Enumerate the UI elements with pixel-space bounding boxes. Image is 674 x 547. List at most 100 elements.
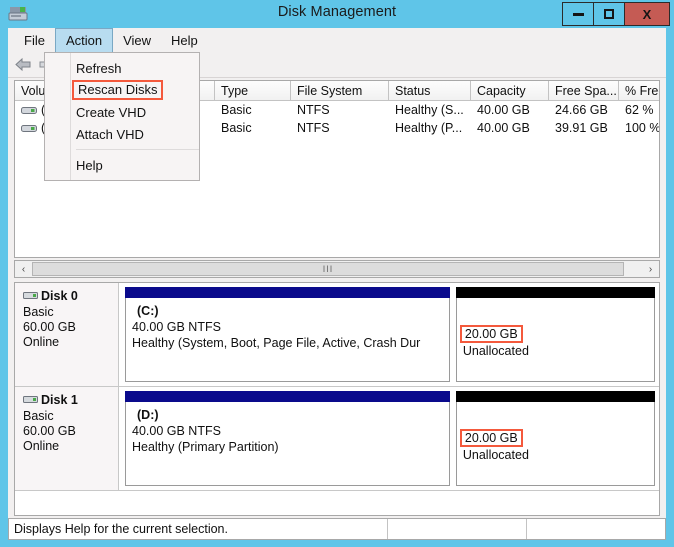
- disk-size: 60.00 GB: [23, 320, 76, 334]
- minimize-icon: [572, 12, 584, 16]
- volume-drive-icon: [21, 106, 37, 114]
- menu-item-label: Refresh: [76, 60, 122, 76]
- partition-unallocated[interactable]: 20.00 GB Unallocated: [455, 391, 655, 486]
- disk-info-panel[interactable]: Disk 0 Basic 60.00 GB Online: [15, 283, 119, 386]
- partition-body[interactable]: (D:) 40.00 GB NTFS Healthy (Primary Part…: [125, 402, 450, 486]
- partition-label: (C:): [137, 304, 159, 318]
- menu-separator: [76, 149, 199, 150]
- scroll-right-arrow-icon[interactable]: ›: [642, 261, 659, 277]
- disk-type: Basic: [23, 409, 54, 423]
- horizontal-scrollbar[interactable]: ‹ III ›: [14, 260, 660, 278]
- scrollbar-track[interactable]: III: [32, 261, 642, 277]
- menu-item-rescan-disks[interactable]: Rescan Disks: [45, 79, 199, 101]
- partition-d[interactable]: (D:) 40.00 GB NTFS Healthy (Primary Part…: [125, 391, 450, 486]
- partition-c[interactable]: (C:) 40.00 GB NTFS Healthy (System, Boot…: [125, 287, 450, 382]
- scroll-left-arrow-icon[interactable]: ‹: [15, 261, 32, 277]
- cell-capacity: 40.00 GB: [477, 103, 530, 117]
- partition-unallocated[interactable]: 20.00 GB Unallocated: [455, 287, 655, 382]
- cell-file-system: NTFS: [297, 103, 330, 117]
- maximize-icon: [604, 9, 614, 19]
- disk-icon: [23, 292, 38, 299]
- scrollbar-thumb[interactable]: III: [32, 262, 624, 276]
- menu-file[interactable]: File: [14, 28, 55, 52]
- disk-management-window: Disk Management X File Action View Help: [0, 0, 674, 547]
- disk-icon: [23, 396, 38, 403]
- disk-name: Disk 0: [41, 289, 78, 303]
- close-button[interactable]: X: [624, 2, 670, 26]
- menu-item-attach-vhd[interactable]: Attach VHD: [45, 123, 199, 145]
- column-header-status[interactable]: Status: [389, 81, 471, 100]
- partition-status: Unallocated: [462, 448, 529, 462]
- partition-size: 40.00 GB NTFS: [132, 424, 221, 438]
- menu-bar: File Action View Help: [8, 28, 666, 52]
- partition-color-bar: [455, 287, 655, 298]
- disk-size: 60.00 GB: [23, 424, 76, 438]
- minimize-button[interactable]: [562, 2, 594, 26]
- partition-body[interactable]: (C:) 40.00 GB NTFS Healthy (System, Boot…: [125, 298, 450, 382]
- disk-type: Basic: [23, 305, 54, 319]
- column-header-free-space[interactable]: Free Spa...: [549, 81, 619, 100]
- disk-partitions: (D:) 40.00 GB NTFS Healthy (Primary Part…: [119, 387, 659, 490]
- cell-status: Healthy (S...: [395, 103, 464, 117]
- column-header-capacity[interactable]: Capacity: [471, 81, 549, 100]
- column-header-type[interactable]: Type: [215, 81, 291, 100]
- disk-partitions: (C:) 40.00 GB NTFS Healthy (System, Boot…: [119, 283, 659, 386]
- highlighted-size: 20.00 GB: [459, 429, 523, 447]
- menu-item-help[interactable]: Help: [45, 154, 199, 176]
- menu-action[interactable]: Action: [54, 28, 114, 52]
- window-controls: X: [562, 2, 670, 26]
- cell-file-system: NTFS: [297, 121, 330, 135]
- disk-state: Online: [23, 439, 60, 453]
- partition-color-bar: [125, 391, 450, 402]
- status-pane-1: [388, 519, 527, 539]
- partition-status: Unallocated: [462, 344, 529, 358]
- disk-title: Disk 0: [23, 289, 118, 303]
- partition-color-bar: [125, 287, 450, 298]
- menu-help[interactable]: Help: [161, 28, 208, 52]
- maximize-button[interactable]: [593, 2, 625, 26]
- partition-body[interactable]: 20.00 GB Unallocated: [455, 298, 655, 382]
- partition-body[interactable]: 20.00 GB Unallocated: [455, 402, 655, 486]
- partition-size-highlight: 20.00 GB: [459, 429, 654, 447]
- partition-size-highlight: 20.00 GB: [459, 325, 654, 343]
- partition-status: Healthy (Primary Partition): [132, 440, 279, 454]
- disk-name: Disk 1: [41, 393, 78, 407]
- disk-row[interactable]: Disk 0 Basic 60.00 GB Online (C:) 40.00 …: [15, 283, 659, 387]
- status-pane-2: [527, 519, 665, 539]
- column-header-percent-free[interactable]: % Free: [619, 81, 659, 100]
- disk-title: Disk 1: [23, 393, 118, 407]
- cell-type: Basic: [221, 103, 252, 117]
- menu-view[interactable]: View: [113, 28, 161, 52]
- menu-item-label: Rescan Disks: [72, 80, 164, 100]
- menu-item-label: Create VHD: [76, 104, 147, 120]
- cell-type: Basic: [221, 121, 252, 135]
- disk-graphical-view: Disk 0 Basic 60.00 GB Online (C:) 40.00 …: [14, 282, 660, 516]
- menu-item-label: Attach VHD: [76, 126, 144, 142]
- cell-percent-free: 100 %: [625, 121, 659, 135]
- cell-capacity: 40.00 GB: [477, 121, 530, 135]
- action-dropdown-menu[interactable]: Refresh Rescan Disks Create VHD Attach V…: [44, 52, 200, 181]
- disk-row[interactable]: Disk 1 Basic 60.00 GB Online (D:) 40.00 …: [15, 387, 659, 491]
- cell-status: Healthy (P...: [395, 121, 463, 135]
- column-header-file-system[interactable]: File System: [291, 81, 389, 100]
- status-message: Displays Help for the current selection.: [9, 519, 388, 539]
- cell-free-space: 39.91 GB: [555, 121, 608, 135]
- menu-item-label: Help: [76, 157, 103, 173]
- partition-status: Healthy (System, Boot, Page File, Active…: [132, 336, 421, 350]
- back-arrow-icon[interactable]: [14, 57, 32, 72]
- volume-drive-icon: [21, 124, 37, 132]
- partition-label: (D:): [137, 408, 159, 422]
- menu-item-create-vhd[interactable]: Create VHD: [45, 101, 199, 123]
- title-bar: Disk Management X: [0, 0, 674, 28]
- cell-free-space: 24.66 GB: [555, 103, 608, 117]
- menu-item-refresh[interactable]: Refresh: [45, 57, 199, 79]
- status-bar: Displays Help for the current selection.: [8, 518, 666, 540]
- partition-color-bar: [455, 391, 655, 402]
- partition-size: 40.00 GB NTFS: [132, 320, 221, 334]
- highlighted-size: 20.00 GB: [459, 325, 523, 343]
- cell-percent-free: 62 %: [625, 103, 654, 117]
- disk-state: Online: [23, 335, 60, 349]
- disk-info-panel[interactable]: Disk 1 Basic 60.00 GB Online: [15, 387, 119, 490]
